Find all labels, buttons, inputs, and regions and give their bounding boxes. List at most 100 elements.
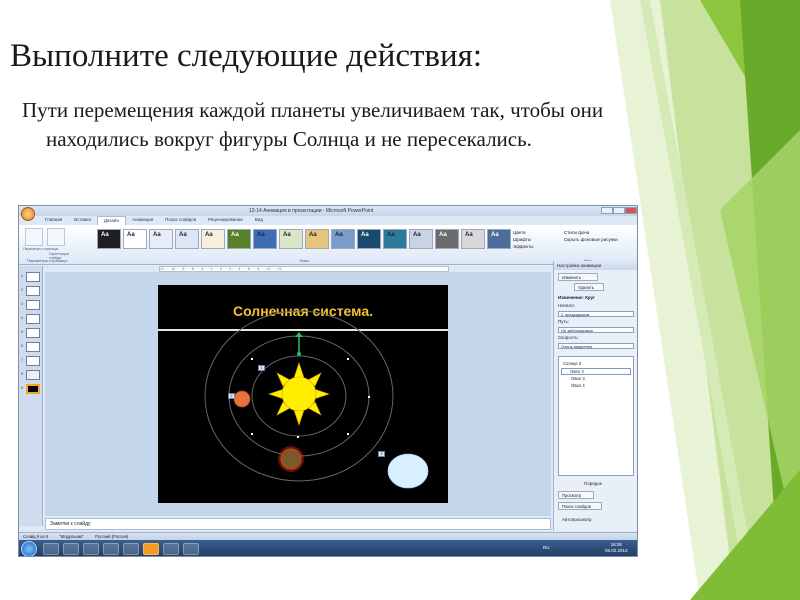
theme-tile[interactable]: Aa (357, 229, 381, 249)
theme-tile-label: Aa (205, 232, 213, 238)
background-styles-button[interactable]: Стили фона (564, 229, 618, 236)
window-titlebar: 12-14 Анимация в презентации - Microsoft… (19, 206, 637, 216)
group-label-page-setup: Параметры страницы (27, 258, 68, 263)
theme-tile-label: Aa (335, 232, 343, 238)
theme-tile-label: Aa (439, 232, 447, 238)
thumb-number: 2 (21, 288, 23, 292)
theme-tile-label: Aa (101, 232, 109, 238)
list-item[interactable]: Солнце 3 (563, 361, 581, 366)
theme-tile[interactable]: Aa (149, 229, 173, 249)
tab-animation[interactable]: Анимация (126, 216, 159, 225)
slide-thumbnail[interactable] (26, 314, 40, 324)
windows-start-icon[interactable] (21, 541, 37, 556)
change-effect-button[interactable]: Изменить (558, 273, 598, 281)
theme-tile[interactable]: Aa (305, 229, 329, 249)
hide-background-checkbox[interactable]: Скрыть фоновые рисунки (564, 236, 618, 243)
tab-view[interactable]: Вид (249, 216, 269, 225)
theme-effects-button[interactable]: Эффекты (513, 243, 533, 250)
theme-tile[interactable]: Aa (201, 229, 225, 249)
theme-tile[interactable]: Aa (461, 229, 485, 249)
theme-fonts-button[interactable]: Шрифты (513, 236, 533, 243)
theme-tile[interactable]: Aa (331, 229, 355, 249)
taskbar-app-icon[interactable] (163, 543, 179, 555)
tab-insert[interactable]: Вставка (68, 216, 97, 225)
slide-thumbnail[interactable] (26, 300, 40, 310)
slide-thumbnail-active[interactable] (26, 384, 40, 394)
page-setup-button[interactable] (25, 228, 43, 246)
taskbar-app-icon[interactable] (103, 543, 119, 555)
taskbar-app-icon[interactable] (123, 543, 139, 555)
slide-thumbnail[interactable] (26, 328, 40, 338)
play-button[interactable]: Просмотр (558, 491, 594, 499)
animation-marker[interactable]: 1 (258, 365, 265, 371)
minimize-button[interactable] (601, 207, 613, 214)
path-select[interactable]: Не заблокирован (558, 327, 634, 333)
tab-review[interactable]: Рецензирование (202, 216, 249, 225)
status-theme: "Модульная" (59, 534, 84, 539)
custom-animation-pane: Настройка анимации Изменить Удалить Изме… (553, 261, 637, 531)
theme-tile[interactable]: Aa (435, 229, 459, 249)
theme-tile-label: Aa (257, 232, 265, 238)
slide-thumbnail[interactable] (26, 272, 40, 282)
theme-tile[interactable]: Aa (175, 229, 199, 249)
theme-tile[interactable]: Aa (487, 229, 511, 249)
slide-thumbnail[interactable] (26, 342, 40, 352)
start-select[interactable]: С предыдущим (558, 311, 634, 317)
theme-tile[interactable]: Aa (123, 229, 147, 249)
thumb-number: 3 (21, 302, 23, 306)
theme-tile-label: Aa (361, 232, 369, 238)
taskbar-app-icon[interactable] (43, 543, 59, 555)
animation-marker[interactable]: 3 (378, 451, 385, 457)
slideshow-button[interactable]: Показ слайдов (558, 502, 602, 510)
reorder-label: Порядок (584, 481, 602, 486)
slide-thumbnail[interactable] (26, 356, 40, 366)
slide-body-text: Пути перемещения каждой планеты увеличив… (22, 98, 604, 151)
list-item-selected[interactable]: Овал 3 (561, 368, 631, 375)
powerpoint-screenshot: 12-14 Анимация в презентации - Microsoft… (18, 205, 638, 557)
powerpoint-taskbar-icon[interactable] (143, 543, 159, 555)
theme-tile-label: Aa (491, 232, 499, 238)
tab-design[interactable]: Дизайн (96, 216, 127, 225)
taskbar-app-icon[interactable] (183, 543, 199, 555)
theme-tile[interactable]: Aa (383, 229, 407, 249)
tab-slideshow[interactable]: Показ слайдов (159, 216, 202, 225)
window-title: 12-14 Анимация в презентации - Microsoft… (249, 208, 374, 214)
thumb-number: 8 (21, 372, 23, 376)
keyboard-language[interactable]: RU (543, 545, 550, 550)
path-label: Путь: (558, 319, 570, 324)
theme-tile[interactable]: Aa (97, 229, 121, 249)
start-label: Начало: (558, 303, 575, 308)
slide-orientation-button[interactable] (47, 228, 65, 246)
taskbar-app-icon[interactable] (63, 543, 79, 555)
list-item[interactable]: Овал 3 (571, 376, 585, 381)
theme-tile-label: Aa (387, 232, 395, 238)
theme-options: Цвета Шрифты Эффекты (513, 229, 533, 250)
animation-marker[interactable]: 2 (228, 393, 235, 399)
theme-tile[interactable]: Aa (227, 229, 251, 249)
theme-tile-label: Aa (283, 232, 291, 238)
status-language: Русский (Россия) (95, 534, 129, 539)
group-label-themes: Темы (299, 258, 310, 263)
edited-slide[interactable]: Солнечная система. 1 2 3 (158, 285, 448, 503)
taskbar-clock[interactable]: 18:05 05.02.2013 (605, 542, 628, 554)
slide-thumbnails-panel: 1 2 3 4 5 6 7 8 9 (19, 266, 43, 526)
theme-tile[interactable]: Aa (409, 229, 433, 249)
theme-colors-button[interactable]: Цвета (513, 229, 533, 236)
taskbar-app-icon[interactable] (83, 543, 99, 555)
theme-tile[interactable]: Aa (279, 229, 303, 249)
autopreview-checkbox[interactable]: Автопросмотр (562, 517, 592, 522)
maximize-button[interactable] (613, 207, 625, 214)
theme-tile[interactable]: Aa (253, 229, 277, 249)
slide-thumbnail[interactable] (26, 286, 40, 296)
thumb-number: 5 (21, 330, 23, 334)
remove-effect-button[interactable]: Удалить (574, 283, 604, 291)
theme-tile-label: Aa (413, 232, 421, 238)
office-orb-icon[interactable] (21, 207, 35, 221)
slide-thumbnail[interactable] (26, 370, 40, 380)
slide-notes-field[interactable]: Заметки к слайду (45, 518, 551, 530)
speed-select[interactable]: Очень медленно (558, 343, 634, 349)
list-item[interactable]: Овал 4 (571, 383, 585, 388)
close-button[interactable] (625, 207, 637, 214)
solar-system-drawing (204, 310, 429, 489)
tab-home[interactable]: Главная (39, 216, 68, 225)
